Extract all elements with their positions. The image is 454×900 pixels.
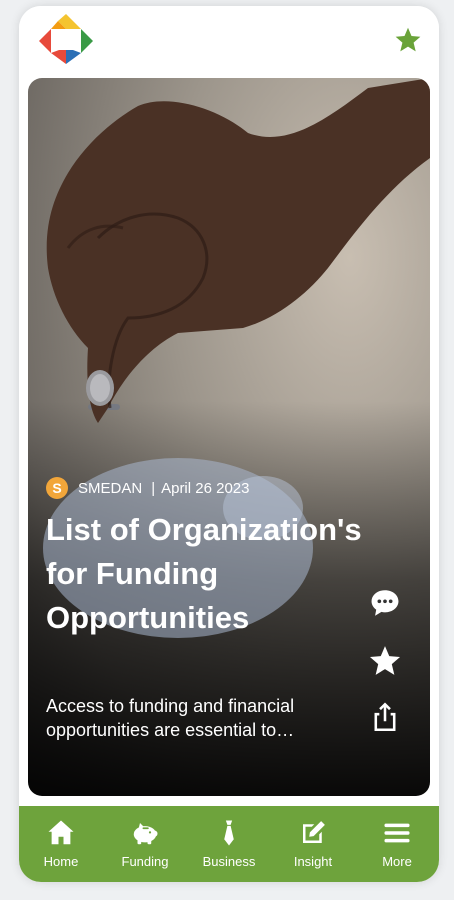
meta-separator: | bbox=[151, 479, 156, 497]
tie-icon bbox=[224, 820, 234, 846]
home-icon bbox=[48, 820, 74, 845]
source-name[interactable]: SMEDAN bbox=[78, 480, 142, 497]
nav-label: Business bbox=[202, 854, 256, 869]
star-icon[interactable] bbox=[368, 644, 402, 678]
nav-label: Home bbox=[43, 854, 79, 869]
nav-funding[interactable]: Funding bbox=[103, 806, 187, 882]
comment-icon[interactable] bbox=[368, 586, 402, 620]
app-logo[interactable] bbox=[37, 12, 95, 66]
nav-insight[interactable]: Insight bbox=[271, 806, 355, 882]
top-bar bbox=[19, 6, 439, 70]
nav-business[interactable]: Business bbox=[187, 806, 271, 882]
nav-label: Insight bbox=[293, 854, 333, 869]
nav-label: Funding bbox=[121, 854, 169, 869]
app-screen: S SMEDAN | April 26 2023 List of Organiz… bbox=[19, 6, 439, 882]
bottom-navigation: Home Funding Business Insight More bbox=[19, 806, 439, 882]
star-icon[interactable] bbox=[393, 26, 423, 54]
article-title[interactable]: List of Organization's for Funding Oppor… bbox=[46, 508, 366, 640]
article-meta: S SMEDAN | April 26 2023 bbox=[46, 476, 250, 500]
article-photo bbox=[43, 78, 430, 638]
article-card[interactable]: S SMEDAN | April 26 2023 List of Organiz… bbox=[28, 78, 430, 796]
menu-icon bbox=[384, 823, 410, 843]
nav-home[interactable]: Home bbox=[19, 806, 103, 882]
share-icon[interactable] bbox=[368, 700, 402, 734]
article-excerpt: Access to funding and financial opportun… bbox=[46, 696, 295, 740]
source-avatar: S bbox=[46, 477, 68, 499]
piggy-bank-icon bbox=[133, 823, 158, 845]
edit-icon bbox=[303, 821, 325, 843]
article-date: April 26 2023 bbox=[161, 479, 250, 497]
nav-more[interactable]: More bbox=[355, 806, 439, 882]
nav-label: More bbox=[382, 854, 412, 869]
